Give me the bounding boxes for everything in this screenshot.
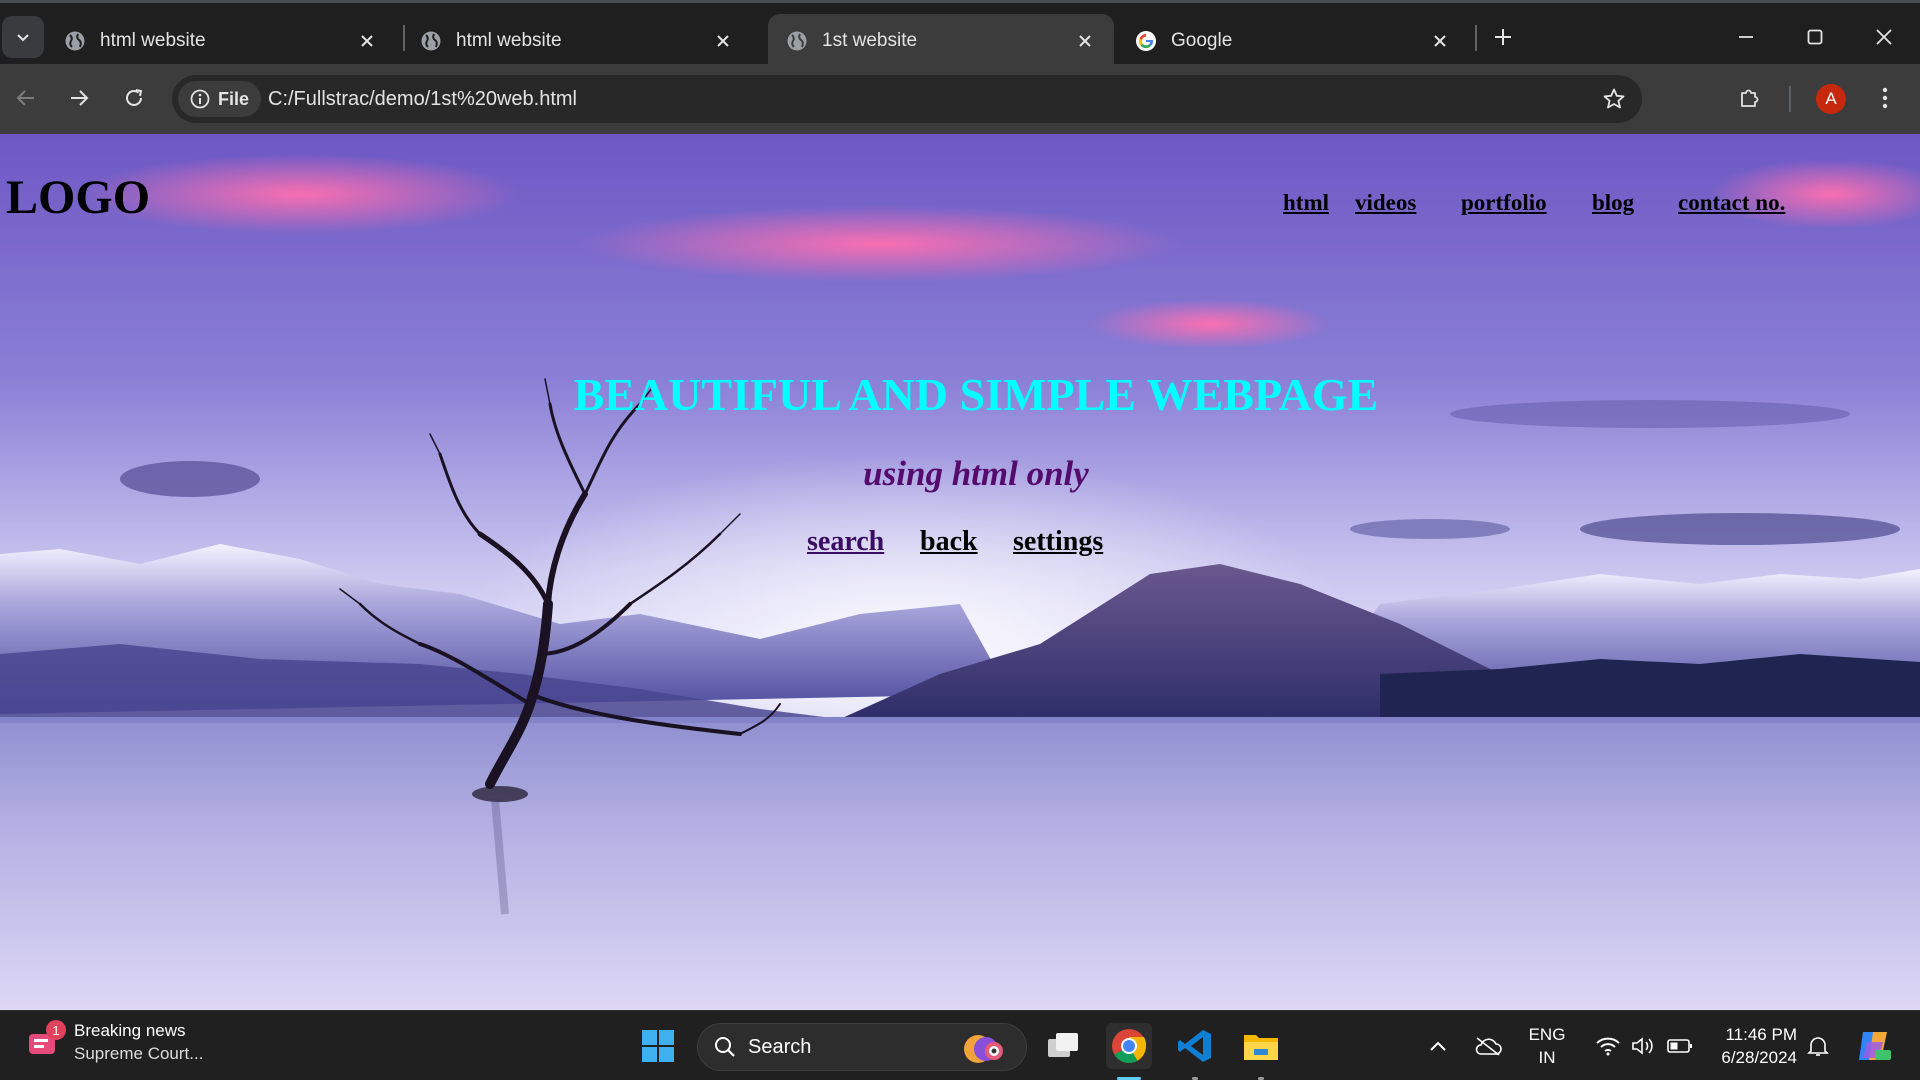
nav-link-blog[interactable]: blog (1592, 190, 1634, 216)
battery-icon (1667, 1039, 1692, 1053)
search-icon (715, 1037, 735, 1057)
url-text[interactable]: C:/Fullstrac/demo/1st%20web.html (268, 75, 577, 123)
close-icon[interactable] (1429, 30, 1451, 52)
tab-google[interactable]: Google (1117, 14, 1469, 67)
input-language[interactable]: ENG IN (1524, 1023, 1570, 1069)
search-highlight-icon (964, 1035, 1003, 1063)
windows-logo-icon (642, 1030, 674, 1062)
taskbar-search[interactable]: Search (697, 1023, 1027, 1071)
clock-time: 11:46 PM (1725, 1025, 1797, 1044)
volume-icon (1632, 1037, 1653, 1055)
notifications-button[interactable] (1796, 1023, 1840, 1069)
cloud-offline-icon (1475, 1037, 1502, 1056)
chrome-icon (1112, 1029, 1147, 1063)
language-code: ENG (1528, 1025, 1566, 1044)
clock-date: 6/28/2024 (1721, 1048, 1797, 1067)
arrow-left-icon (16, 90, 34, 106)
copilot-icon (1859, 1032, 1891, 1060)
tab-search-button[interactable] (2, 16, 44, 58)
site-info-label: File (218, 88, 250, 109)
maximize-button[interactable] (1795, 17, 1835, 57)
google-icon (1135, 30, 1157, 52)
tab-1st-website[interactable]: 1st website (768, 14, 1114, 67)
tab-html-website-1[interactable]: html website (46, 14, 396, 67)
back-button[interactable] (5, 77, 47, 119)
nav-link-portfolio[interactable]: portfolio (1461, 190, 1547, 216)
site-logo: LOGO (6, 171, 151, 224)
globe-icon (420, 30, 442, 52)
search-placeholder: Search (748, 1035, 812, 1058)
copilot-button[interactable] (1851, 1023, 1897, 1069)
folder-icon (1244, 1035, 1278, 1060)
background-image-lake-tree (0, 134, 1920, 1010)
bell-icon (1807, 1037, 1829, 1056)
browser-tab-strip: html website html website 1st website Go… (0, 0, 1920, 67)
taskbar-vscode[interactable] (1172, 1023, 1218, 1069)
star-icon (1603, 88, 1625, 109)
quick-settings-button[interactable] (1584, 1023, 1704, 1069)
reload-button[interactable] (113, 77, 155, 119)
nav-link-contact[interactable]: contact no. (1678, 190, 1785, 216)
settings-link[interactable]: settings (1013, 526, 1103, 558)
close-icon[interactable] (356, 30, 378, 52)
chevron-up-icon (1430, 1041, 1446, 1051)
extensions-button[interactable] (1729, 77, 1771, 119)
region-code: IN (1538, 1048, 1556, 1067)
show-hidden-icons-button[interactable] (1418, 1023, 1458, 1069)
more-vertical-icon (1882, 87, 1888, 109)
puzzle-icon (1741, 89, 1759, 107)
news-subtitle: Supreme Court... (74, 1044, 204, 1063)
menu-button[interactable] (1864, 77, 1906, 119)
close-icon[interactable] (712, 30, 734, 52)
new-tab-button[interactable] (1487, 21, 1519, 53)
news-badge: 1 (46, 1020, 66, 1040)
address-bar[interactable]: File C:/Fullstrac/demo/1st%20web.html (172, 75, 1642, 123)
start-button[interactable] (635, 1023, 681, 1069)
web-page: LOGO html videos portfolio blog contact … (0, 134, 1920, 1010)
chevron-down-icon (17, 34, 29, 42)
minimize-icon (1739, 36, 1753, 38)
hero-title: BEAUTIFUL AND SIMPLE WEBPAGE (573, 369, 1379, 420)
tab-separator (1475, 25, 1477, 51)
arrow-right-icon (71, 90, 89, 106)
close-window-button[interactable] (1864, 17, 1904, 57)
bookmark-button[interactable] (1596, 81, 1632, 117)
toolbar-separator (1789, 86, 1791, 112)
maximize-icon (1807, 29, 1823, 45)
tab-html-website-2[interactable]: html website (402, 14, 752, 67)
site-info-chip[interactable]: File (178, 81, 262, 117)
windows-taskbar: 1 Breaking news Supreme Court... Search (0, 1010, 1920, 1080)
browser-toolbar: File C:/Fullstrac/demo/1st%20web.html A (0, 64, 1920, 134)
nav-link-html[interactable]: html (1283, 190, 1329, 216)
news-icon: 1 (26, 1020, 66, 1060)
back-link[interactable]: back (920, 526, 978, 558)
tab-title: html website (456, 29, 562, 51)
vscode-icon (1178, 1030, 1211, 1062)
globe-icon (786, 30, 808, 52)
info-icon (190, 89, 210, 109)
search-link[interactable]: search (807, 526, 884, 558)
hero-subtitle: using html only (863, 454, 1089, 493)
tab-title: Google (1171, 29, 1233, 51)
profile-avatar[interactable]: A (1816, 84, 1846, 114)
tab-title: html website (100, 29, 206, 51)
close-icon[interactable] (1074, 30, 1096, 52)
taskbar-chrome[interactable] (1106, 1023, 1152, 1069)
reload-icon (126, 89, 143, 106)
plus-icon (1495, 29, 1511, 45)
task-view-button[interactable] (1040, 1023, 1086, 1069)
news-title: Breaking news (74, 1021, 186, 1040)
task-view-icon (1048, 1033, 1078, 1057)
nav-link-videos[interactable]: videos (1355, 190, 1416, 216)
minimize-button[interactable] (1726, 17, 1766, 57)
news-widget[interactable]: 1 Breaking news Supreme Court... (26, 1019, 203, 1065)
forward-button[interactable] (58, 77, 100, 119)
globe-icon (64, 30, 86, 52)
wifi-icon (1596, 1037, 1620, 1056)
clock[interactable]: 11:46 PM 6/28/2024 (1705, 1023, 1797, 1069)
tab-title: 1st website (822, 29, 918, 51)
close-icon (1876, 29, 1892, 45)
onedrive-button[interactable] (1466, 1023, 1510, 1069)
taskbar-file-explorer[interactable] (1238, 1023, 1284, 1069)
